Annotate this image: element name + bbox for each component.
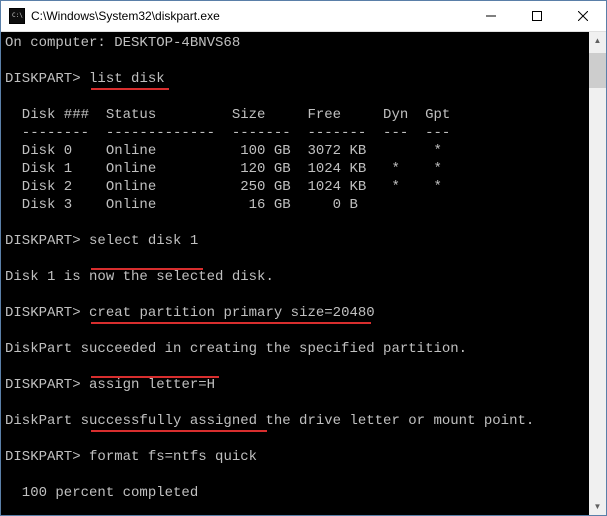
cmd-select-disk: select disk 1	[89, 233, 198, 249]
prompt: DISKPART>	[5, 305, 81, 321]
red-underline	[91, 430, 267, 432]
table-row: Disk 2 Online 250 GB 1024 KB * *	[5, 178, 602, 196]
cmd-icon: C:\	[9, 8, 25, 24]
window: C:\ C:\Windows\System32\diskpart.exe On …	[0, 0, 607, 516]
minimize-button[interactable]	[468, 1, 514, 31]
table-header: Disk ### Status Size Free Dyn Gpt	[5, 106, 602, 124]
red-underline	[91, 322, 371, 324]
scroll-up-button[interactable]: ▲	[589, 32, 606, 49]
computer-line: On computer: DESKTOP-4BNVS68	[5, 34, 602, 52]
table-row: Disk 1 Online 120 GB 1024 KB * *	[5, 160, 602, 178]
title-buttons	[468, 1, 606, 31]
red-underline	[91, 376, 219, 378]
prompt: DISKPART>	[5, 233, 81, 249]
msg-percent: 100 percent completed	[5, 484, 602, 502]
title-text: C:\Windows\System32\diskpart.exe	[31, 9, 468, 23]
svg-text:C:\: C:\	[12, 12, 23, 19]
red-underline	[91, 268, 203, 270]
cmd-assign-letter: assign letter=H	[89, 377, 215, 393]
red-underline	[91, 88, 169, 90]
table-row: Disk 3 Online 16 GB 0 B	[5, 196, 602, 214]
msg-partition: DiskPart succeeded in creating the speci…	[5, 340, 602, 358]
close-button[interactable]	[560, 1, 606, 31]
prompt: DISKPART>	[5, 449, 81, 465]
scroll-thumb[interactable]	[589, 53, 606, 88]
cmd-list-disk: list disk	[89, 71, 165, 87]
prompt: DISKPART>	[5, 71, 81, 87]
titlebar[interactable]: C:\ C:\Windows\System32\diskpart.exe	[1, 1, 606, 32]
prompt: DISKPART>	[5, 377, 81, 393]
table-divider: -------- ------------- ------- ------- -…	[5, 124, 602, 142]
table-row: Disk 0 Online 100 GB 3072 KB *	[5, 142, 602, 160]
console-area[interactable]: On computer: DESKTOP-4BNVS68 DISKPART> l…	[1, 32, 606, 515]
msg-selected: Disk 1 is now the selected disk.	[5, 268, 602, 286]
scroll-track[interactable]	[589, 88, 606, 498]
scroll-down-button[interactable]: ▼	[589, 498, 606, 515]
cmd-create-partition: creat partition primary size=20480	[89, 305, 375, 321]
maximize-button[interactable]	[514, 1, 560, 31]
cmd-format: format fs=ntfs quick	[89, 449, 257, 465]
msg-assign: DiskPart successfully assigned the drive…	[5, 412, 602, 430]
scrollbar[interactable]: ▲ ▼	[589, 32, 606, 515]
